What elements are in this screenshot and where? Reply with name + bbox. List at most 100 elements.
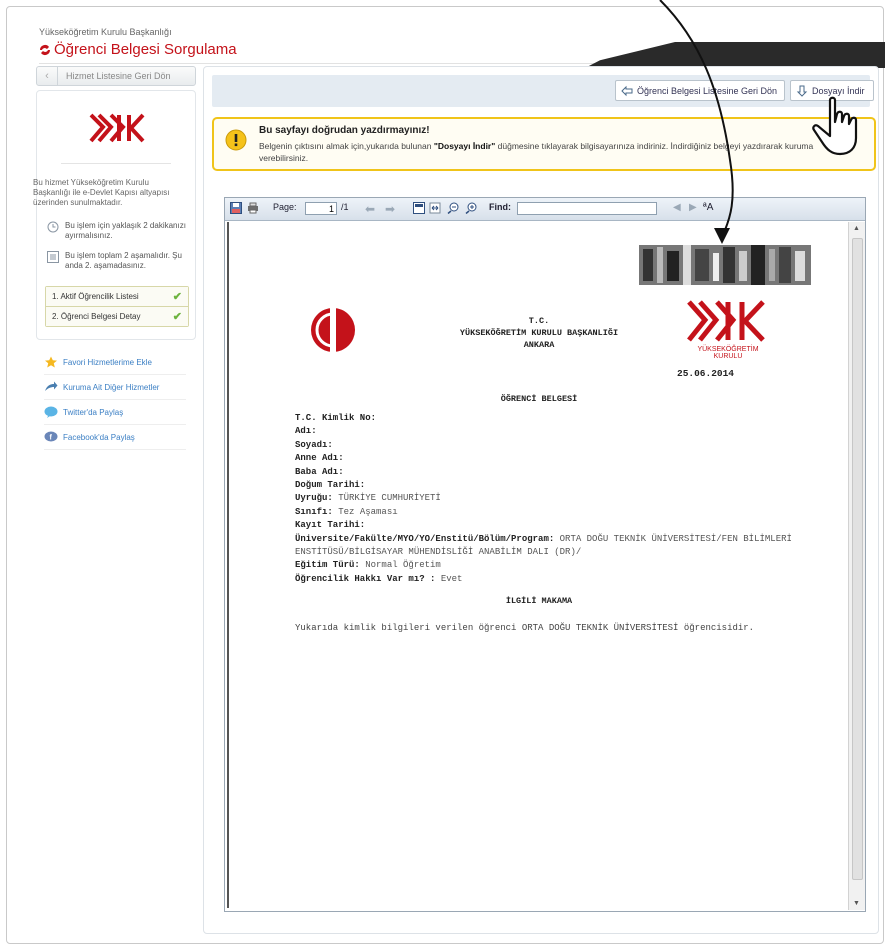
main-content: Öğrenci Belgesi Listesine Geri Dön Dosya… (203, 66, 879, 934)
checkmark-icon: ✔ (172, 291, 182, 303)
find-input-wrap (517, 202, 657, 215)
doc-body-text: Yukarıda kimlik bilgileri verilen öğrenc… (295, 623, 755, 633)
doc-field-row: Üniversite/Fakülte/MYO/YO/Enstitü/Bölüm/… (295, 533, 815, 560)
doc-field-row: T.C. Kimlik No: (295, 412, 815, 425)
star-icon (45, 356, 57, 368)
other-services-link[interactable]: Kuruma Ait Diğer Hizmetler (44, 375, 186, 400)
field-label: Soyadı: (295, 439, 333, 450)
scroll-down-icon[interactable]: ▼ (853, 900, 860, 907)
university-logo (311, 308, 355, 352)
list-icon (47, 251, 59, 263)
step-item-1: 1. Aktif Öğrencilik Listesi ✔ (46, 287, 188, 306)
hand-cursor-icon (812, 96, 858, 156)
zoom-out-icon[interactable] (447, 202, 459, 214)
warning-icon (225, 129, 247, 151)
chevron-left-icon: ‹ (37, 67, 58, 85)
field-label: Doğum Tarihi: (295, 480, 366, 491)
page-title: Öğrenci Belgesi Sorgulama (39, 41, 237, 58)
field-value: Normal Öğretim (365, 560, 441, 571)
yok-logo-icon (89, 113, 145, 143)
twitter-share-link[interactable]: Twitter'da Paylaş (44, 400, 186, 425)
doc-header-city: ANKARA (523, 340, 555, 350)
doc-field-row: Sınıfı: Tez Aşaması (295, 506, 815, 519)
back-to-service-list-button[interactable]: ‹ Hizmet Listesine Geri Dön (36, 66, 196, 86)
zoom-in-icon[interactable] (465, 202, 477, 214)
page-input-wrap (305, 202, 337, 215)
doc-field-row: Öğrencilik Hakkı Var mı? : Evet (295, 573, 815, 586)
find-label-text: Find: (489, 202, 511, 212)
doc-title: ÖĞRENCİ BELGESİ (500, 394, 578, 404)
warning-text: Belgenin çıktısını almak için,yukarıda b… (259, 140, 849, 164)
barcode-image (639, 245, 811, 285)
page-number-input[interactable] (305, 202, 337, 215)
page-label: Page: (273, 202, 297, 212)
twitter-icon (44, 406, 58, 418)
facebook-share-label: Facebook'da Paylaş (63, 432, 135, 442)
facebook-icon: f (44, 431, 58, 442)
step-label: 1. Aktif Öğrencilik Listesi (52, 292, 139, 301)
field-label: Kayıt Tarihi: (295, 520, 366, 531)
field-value: Evet (440, 573, 463, 584)
pdf-viewer: Page: /1 ⬅ ➡ Find: ◀ ▶ (224, 197, 866, 912)
doc-field-row: Baba Adı: (295, 466, 815, 479)
step-item-2: 2. Öğrenci Belgesi Detay ✔ (46, 306, 188, 326)
fit-width-icon[interactable] (429, 202, 441, 214)
pdf-viewer-toolbar: Page: /1 ⬅ ➡ Find: ◀ ▶ (225, 198, 865, 221)
doc-fields: T.C. Kimlik No: Adı: Soyadı: Anne Adı: B… (295, 412, 815, 586)
scrollbar-thumb[interactable] (852, 238, 863, 880)
doc-field-row: Doğum Tarihi: (295, 479, 815, 492)
pdf-vertical-scrollbar[interactable]: ▲ ▼ (848, 222, 865, 910)
doc-header-institution: YÜKSEKÖĞRETİM KURULU BAŞKANLIĞI (459, 328, 619, 338)
field-label: Uyruğu: (295, 493, 333, 504)
find-input[interactable] (517, 202, 657, 215)
field-value: Tez Aşaması (338, 506, 398, 517)
doc-field-row: Uyruğu: TÜRKİYE CUMHURİYETİ (295, 492, 815, 505)
action-toolbar: Öğrenci Belgesi Listesine Geri Dön Dosya… (212, 75, 874, 107)
page-total: /1 (341, 202, 349, 212)
service-info-panel: Bu hizmet Yükseköğretim Kurulu Başkanlığ… (33, 90, 196, 340)
panel-divider (61, 163, 171, 164)
find-prev-icon[interactable]: ◀ (673, 202, 681, 213)
text-size-icon[interactable]: ªA (703, 202, 713, 213)
arrow-left-icon (621, 85, 633, 96)
find-next-icon[interactable]: ▶ (689, 202, 697, 213)
other-services-label: Kuruma Ait Diğer Hizmetler (63, 382, 160, 392)
page-title-text: Öğrenci Belgesi Sorgulama (54, 41, 237, 58)
sidebar-links: Favori Hizmetlerime Ekle Kuruma Ait Diğe… (44, 350, 186, 450)
add-favorite-label: Favori Hizmetlerime Ekle (63, 357, 152, 367)
doc-field-row: Kayıt Tarihi: (295, 519, 815, 532)
stage-info: Bu işlem toplam 2 aşamalıdır. Şu anda 2.… (47, 251, 187, 271)
doc-field-row: Eğitim Türü: Normal Öğretim (295, 559, 815, 572)
back-to-certificate-list-button[interactable]: Öğrenci Belgesi Listesine Geri Dön (615, 80, 785, 101)
warning-text-part: Belgenin çıktısını almak için,yukarıda b… (259, 141, 434, 151)
back-to-service-list-label: Hizmet Listesine Geri Dön (66, 71, 171, 81)
next-page-icon[interactable]: ➡ (385, 202, 395, 216)
facebook-share-link[interactable]: f Facebook'da Paylaş (44, 425, 186, 450)
field-label: Eğitim Türü: (295, 560, 360, 571)
field-label: Sınıfı: (295, 506, 333, 517)
service-description: Bu hizmet Yükseköğretim Kurulu Başkanlığ… (33, 178, 170, 207)
back-to-certificate-list-label: Öğrenci Belgesi Listesine Geri Dön (637, 85, 778, 96)
doc-field-row: Soyadı: (295, 439, 815, 452)
warning-text-bold: "Dosyayı İndir" (433, 141, 496, 151)
field-value: TÜRKİYE CUMHURİYETİ (338, 493, 441, 504)
scroll-up-icon[interactable]: ▲ (853, 225, 860, 232)
warning-title: Bu sayfayı doğrudan yazdırmayınız! (259, 125, 430, 136)
save-icon[interactable] (230, 202, 242, 214)
time-info: Bu işlem için yaklaşık 2 dakikanızı ayır… (47, 221, 187, 241)
prev-page-icon[interactable]: ⬅ (365, 202, 375, 216)
field-label: Üniversite/Fakülte/MYO/YO/Enstitü/Bölüm/… (295, 533, 555, 544)
add-favorite-link[interactable]: Favori Hizmetlerime Ekle (44, 350, 186, 375)
share-arrow-icon (45, 381, 58, 391)
download-arrow-icon (796, 85, 808, 97)
pdf-page: YÜKSEKÖĞRETİM KURULU T.C. YÜKSEKÖĞRETİM … (227, 222, 848, 908)
time-info-text: Bu işlem için yaklaşık 2 dakikanızı ayır… (65, 221, 186, 240)
fit-page-icon[interactable] (413, 202, 425, 214)
field-label: Anne Adı: (295, 453, 344, 464)
field-label: Öğrencilik Hakkı Var mı? : (295, 573, 436, 584)
doc-field-row: Adı: (295, 425, 815, 438)
download-file-label: Dosyayı İndir (812, 85, 865, 96)
print-icon[interactable] (247, 202, 259, 214)
field-label: T.C. Kimlik No: (295, 413, 377, 423)
checkmark-icon: ✔ (172, 311, 182, 323)
